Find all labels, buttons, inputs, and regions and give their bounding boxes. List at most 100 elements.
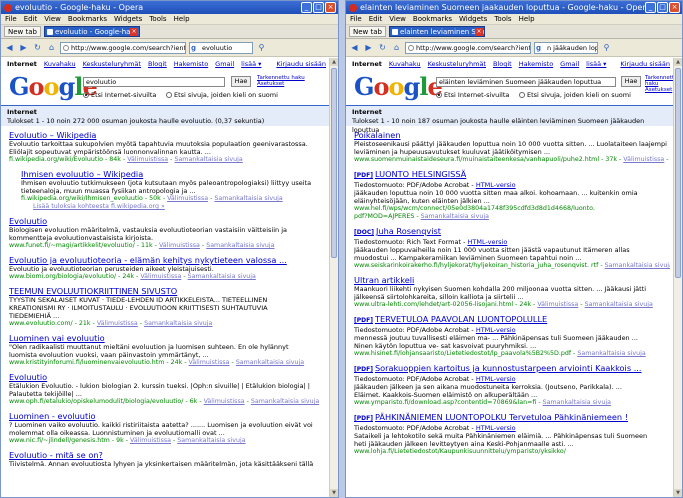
gbar-link-blogit[interactable]: Blogit [493,60,512,69]
similar-pages-link[interactable]: Samankaltaisia sivuja [214,195,282,202]
back-icon[interactable]: ◀ [4,42,15,53]
result-title-link[interactable]: Evoluutio [9,372,326,382]
cached-link[interactable]: Välimuistissa [130,437,171,444]
cached-link[interactable]: Välimuistissa [97,320,138,327]
forward-icon[interactable]: ▶ [363,42,374,53]
gbar-link-gmail[interactable]: Gmail [215,60,234,69]
similar-pages-link[interactable]: Samankaltaisia sivuja [421,213,489,220]
home-icon[interactable]: ⌂ [46,42,57,53]
scroll-up-icon[interactable]: ▲ [674,58,682,66]
result-title-link[interactable]: [DOC] Juha Rosenqvist [354,226,670,238]
gbar-link-blogit[interactable]: Blogit [148,60,167,69]
query-input[interactable]: evoluutio [83,77,225,87]
radio-internet[interactable]: Etsi Internet-sivuilta [436,91,509,99]
close-button[interactable]: × [325,2,336,13]
menu-view[interactable]: View [389,14,406,24]
title-bar[interactable]: evoluutio - Google-haku - Opera _ □ × [1,1,338,14]
more-results-link[interactable]: Lisää tuloksia kohteesta fi.wikipedia.or… [33,203,326,211]
result-title-link[interactable]: TEEMUN EVOLUUTIOKRIITTINEN SIVUSTO [9,286,326,296]
gbar-link-lisaa[interactable]: lisää ▾ [241,60,261,69]
similar-pages-link[interactable]: Samankaltaisia sivuja [177,437,245,444]
zoom-icon[interactable]: ⚲ [256,42,267,53]
back-icon[interactable]: ◀ [349,42,360,53]
menu-bookmarks[interactable]: Bookmarks [413,14,452,24]
gbar-link-hakemisto[interactable]: Hakemisto [519,60,553,69]
reload-icon[interactable]: ↻ [377,42,388,53]
result-title-link[interactable]: [PDF] PÄHKINÄNIEMEN LUONTOPOLKU Tervetulo… [354,412,670,424]
new-tab-button[interactable]: New tab [349,26,386,37]
maximize-button[interactable]: □ [313,2,324,13]
gbar-link-gmail[interactable]: Gmail [560,60,579,69]
search-field[interactable]: g evoluutio [189,41,253,54]
scrollbar[interactable]: ▲ ▼ [673,58,682,497]
result-title-link[interactable]: Poikalainen [354,130,670,140]
similar-pages-link[interactable]: Samankaltaisia sivuja [174,156,242,163]
minimize-button[interactable]: _ [645,2,656,13]
similar-pages-link[interactable]: Samankaltaisia sivuja [144,320,212,327]
zoom-icon[interactable]: ⚲ [601,42,612,53]
gbar-link-lisaa[interactable]: lisää ▾ [586,60,606,69]
menu-widgets[interactable]: Widgets [459,14,487,24]
forward-icon[interactable]: ▶ [18,42,29,53]
cached-link[interactable]: Välimuistissa [167,195,208,202]
advanced-search-link[interactable]: Tarkennettu haku Asetukset [257,75,305,87]
result-title-link[interactable]: [PDF] TERVETULOA PAAVOLAN LUONTOPOLULLE [354,314,670,326]
tab-close-icon[interactable]: × [474,28,483,36]
gbar-link-keskusteluryhmat[interactable]: Keskusteluryhmät [428,60,486,69]
cached-link[interactable]: Välimuistissa [127,156,168,163]
similar-pages-link[interactable]: Samankaltaisia sivuja [605,262,670,269]
query-input[interactable]: eläinten leviäminen Suomeen jääkauden lo… [436,77,616,87]
active-tab[interactable]: evoluutio - Google-haku × [43,26,140,37]
new-tab-button[interactable]: New tab [4,26,41,37]
menu-file[interactable]: File [350,14,362,24]
result-title-link[interactable]: Evoluutio – Wikipedia [9,130,326,140]
similar-pages-link[interactable]: Samankaltaisia sivuja [577,350,645,357]
scroll-up-icon[interactable]: ▲ [330,58,338,66]
similar-pages-link[interactable]: Samankaltaisia sivuja [236,359,304,366]
result-title-link[interactable]: Ihmisen evoluutio – Wikipedia [21,169,326,179]
menu-file[interactable]: File [5,14,17,24]
cached-link[interactable]: Välimuistissa [189,359,230,366]
settings-link[interactable]: Asetukset [257,81,284,87]
gbar-link-kuvahaku[interactable]: Kuvahaku [44,60,76,69]
radio-internet[interactable]: Etsi Internet-sivuilta [83,91,156,99]
scroll-thumb[interactable] [331,68,337,258]
search-button[interactable]: Hae [231,76,251,87]
result-title-link[interactable]: Evoluutio ja evoluutioteoria - elämän ke… [9,255,326,265]
menu-tools[interactable]: Tools [149,14,166,24]
menu-bookmarks[interactable]: Bookmarks [68,14,107,24]
similar-pages-link[interactable]: Samankaltaisia sivuja [188,273,256,280]
html-version-link[interactable]: HTML-versio [476,181,516,189]
signin-link[interactable]: Kirjaudu sisään [620,60,670,68]
cached-link[interactable]: Välimuistissa [140,273,181,280]
menu-edit[interactable]: Edit [369,14,383,24]
address-field[interactable]: http://www.google.com/search?ient [405,41,531,54]
radio-finnish[interactable]: Etsi sivuja, joiden kieli on suomi [166,91,278,99]
menu-widgets[interactable]: Widgets [114,14,142,24]
scroll-down-icon[interactable]: ▼ [330,489,338,497]
gbar-link-kuvahaku[interactable]: Kuvahaku [389,60,421,69]
result-title-link[interactable]: [PDF] LUONTO HELSINGISSÄ [354,169,670,181]
menu-help[interactable]: Help [174,14,190,24]
cached-link[interactable]: Välimuistissa [537,301,578,308]
radio-finnish[interactable]: Etsi sivuja, joiden kieli on suomi [519,91,631,99]
active-tab[interactable]: elainten leviaminen Suomeen × [388,26,485,37]
scroll-down-icon[interactable]: ▼ [674,489,682,497]
result-title-link[interactable]: Evoluutio [9,216,326,226]
cached-link[interactable]: Välimuistissa [204,398,245,405]
gbar-link-hakemisto[interactable]: Hakemisto [174,60,208,69]
settings-link[interactable]: Asetukset [645,87,672,93]
tab-close-icon[interactable]: × [129,28,138,36]
title-bar[interactable]: elainten leviaminen Suomeen jaakauden lo… [346,1,682,14]
menu-edit[interactable]: Edit [24,14,38,24]
close-button[interactable]: × [669,2,680,13]
similar-pages-link[interactable]: Samankaltaisia sivuja [251,398,319,405]
minimize-button[interactable]: _ [301,2,312,13]
html-version-link[interactable]: HTML-versio [476,424,516,432]
menu-view[interactable]: View [44,14,61,24]
gbar-link-keskusteluryhmat[interactable]: Keskusteluryhmät [83,60,141,69]
cached-link[interactable]: Välimuistissa [623,156,664,163]
maximize-button[interactable]: □ [657,2,668,13]
home-icon[interactable]: ⌂ [391,42,402,53]
similar-pages-link[interactable]: Samankaltaisia sivuja [585,301,653,308]
